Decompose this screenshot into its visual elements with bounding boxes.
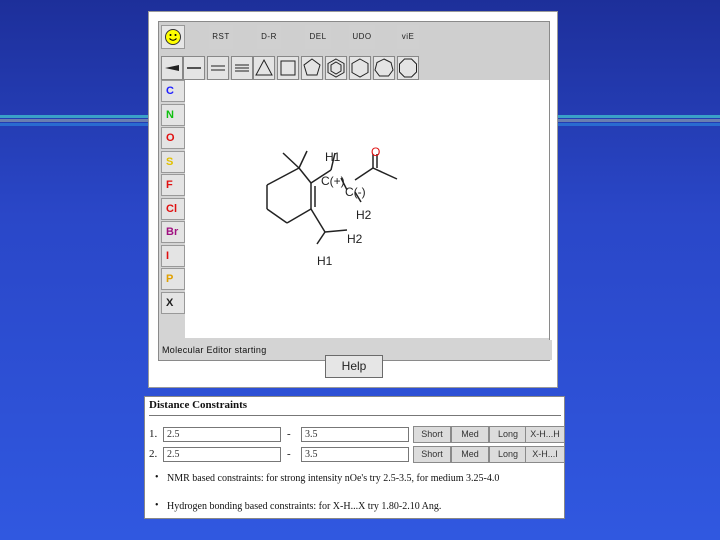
square-ring-tool[interactable] <box>277 56 299 80</box>
xh-x-button[interactable]: X-H...I <box>525 446 565 463</box>
undo-button[interactable]: UDO <box>349 25 375 49</box>
atom-label-h2-lower: H2 <box>347 232 363 246</box>
molecular-editor-applet: RST D-R DEL UDO viE C N O S F Cl Br I P … <box>148 11 558 388</box>
view-button[interactable]: viE <box>397 25 419 49</box>
short-button[interactable]: Short <box>413 426 451 443</box>
element-button-br[interactable]: Br <box>161 221 185 243</box>
triangle-ring-tool[interactable] <box>253 56 275 80</box>
distance-constraints-panel: Distance Constraints 1. 2.5 - 3.5 Short … <box>144 396 565 519</box>
atom-label-c-minus: C(-) <box>345 185 366 199</box>
row-number: 2. <box>149 448 158 460</box>
atom-label-h1-lower: H1 <box>317 254 333 268</box>
hexagon-ring-tool[interactable] <box>349 56 371 80</box>
heptagon-ring-tool[interactable] <box>373 56 395 80</box>
hbond-note: • Hydrogen bonding based constraints: fo… <box>155 500 442 512</box>
element-button-cl[interactable]: Cl <box>161 197 185 220</box>
editor-frame: RST D-R DEL UDO viE C N O S F Cl Br I P … <box>158 21 552 361</box>
element-palette: C N O S F Cl Br I P X <box>161 80 185 338</box>
max-distance-input[interactable]: 3.5 <box>301 427 409 442</box>
max-distance-input[interactable]: 3.5 <box>301 447 409 462</box>
med-button[interactable]: Med <box>451 426 489 443</box>
bullet: • <box>155 472 159 483</box>
single-bond-tool[interactable] <box>183 56 205 80</box>
constraint-row: 1. 2.5 - 3.5 Short Med Long X-H...H <box>149 426 565 443</box>
range-dash: - <box>287 428 291 440</box>
help-button[interactable]: Help <box>325 355 383 378</box>
triple-bond-tool[interactable] <box>231 56 253 80</box>
xh-h-button[interactable]: X-H...H <box>525 426 565 443</box>
panel-title: Distance Constraints <box>149 399 248 411</box>
nmr-note-text: NMR based constraints: for strong intens… <box>167 473 500 484</box>
bullet: • <box>155 500 159 511</box>
drawing-canvas[interactable]: H1 O C(+) C(-) H2 H2 H1 <box>185 80 549 338</box>
element-button-c[interactable]: C <box>161 80 185 102</box>
short-button[interactable]: Short <box>413 446 451 463</box>
smiley-button[interactable] <box>161 25 185 49</box>
element-button-s[interactable]: S <box>161 150 185 173</box>
delete-button[interactable]: DEL <box>305 25 331 49</box>
element-button-n[interactable]: N <box>161 103 185 126</box>
element-button-p[interactable]: P <box>161 268 185 290</box>
double-bond-tool[interactable] <box>207 56 229 80</box>
constraint-row: 2. 2.5 - 3.5 Short Med Long X-H...I <box>149 446 565 463</box>
toolbar: RST D-R DEL UDO viE <box>159 22 549 80</box>
wedge-bond-tool[interactable] <box>161 56 183 80</box>
element-button-f[interactable]: F <box>161 174 185 196</box>
divider <box>149 415 561 416</box>
smiley-icon <box>165 29 181 45</box>
med-button[interactable]: Med <box>451 446 489 463</box>
row-number: 1. <box>149 428 158 440</box>
atom-label-o: O <box>371 145 381 159</box>
benzene-ring-tool[interactable] <box>325 56 347 80</box>
element-button-x[interactable]: X <box>161 291 185 314</box>
atom-label-h2: H2 <box>356 208 372 222</box>
atom-label-c-plus: C(+) <box>321 174 345 188</box>
atom-label-h1: H1 <box>325 150 341 164</box>
min-distance-input[interactable]: 2.5 <box>163 427 281 442</box>
long-button[interactable]: Long <box>489 446 527 463</box>
range-dash: - <box>287 448 291 460</box>
hbond-note-text: Hydrogen bonding based constraints: for … <box>167 501 442 512</box>
long-button[interactable]: Long <box>489 426 527 443</box>
min-distance-input[interactable]: 2.5 <box>163 447 281 462</box>
reset-button[interactable]: RST <box>209 25 233 49</box>
d-r-button[interactable]: D-R <box>257 25 281 49</box>
element-button-o[interactable]: O <box>161 127 185 149</box>
octagon-ring-tool[interactable] <box>397 56 419 80</box>
element-button-i[interactable]: I <box>161 244 185 267</box>
pentagon-ring-tool[interactable] <box>301 56 323 80</box>
nmr-note: • NMR based constraints: for strong inte… <box>155 472 500 484</box>
